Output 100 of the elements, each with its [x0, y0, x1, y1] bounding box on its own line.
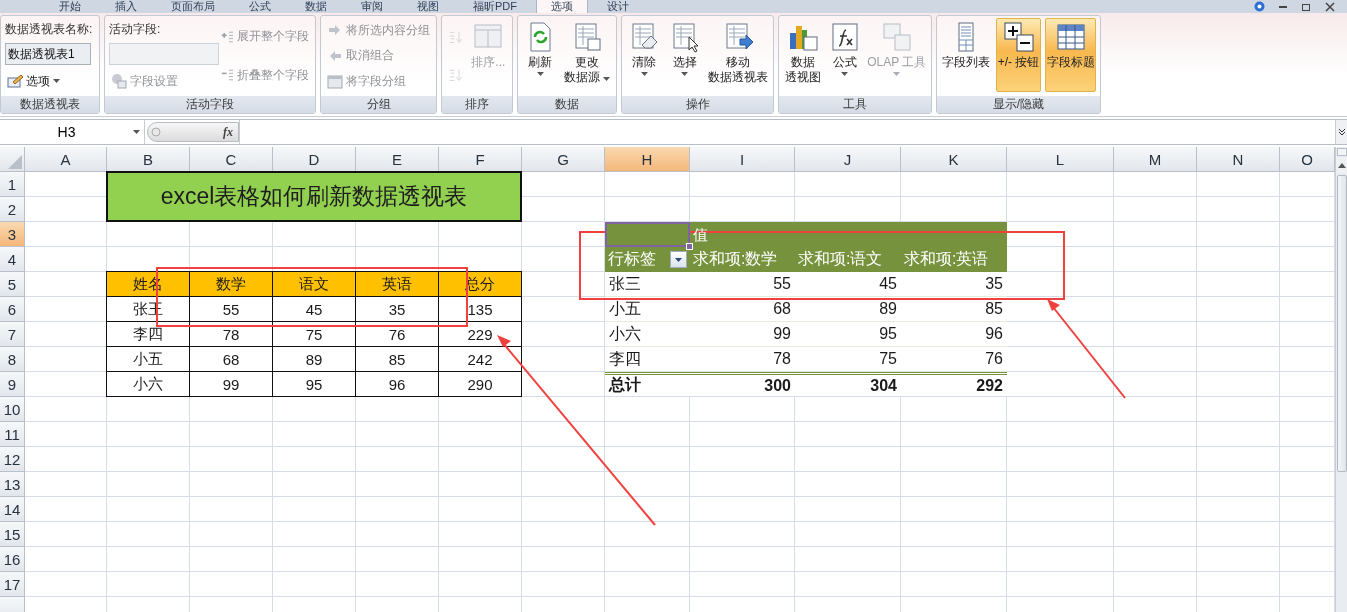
ribbon-tab[interactable]: 数据	[290, 0, 342, 13]
ribbon-button[interactable]: 刷新	[522, 18, 559, 92]
field-settings-icon	[111, 73, 127, 89]
pivot-cell: 55	[690, 272, 795, 297]
ribbon-button[interactable]: 字段列表	[941, 18, 992, 92]
row-header[interactable]: 2	[0, 197, 25, 222]
ribbon-tab[interactable]: 公式	[234, 0, 286, 13]
row-header[interactable]: 16	[0, 547, 25, 572]
column-header[interactable]: K	[901, 147, 1007, 172]
ribbon-tab[interactable]: 视图	[402, 0, 454, 13]
select-all-button[interactable]	[0, 147, 25, 172]
table-cell: 小五	[106, 347, 190, 372]
chevron-down-icon	[1337, 128, 1346, 136]
table-cell: 135	[439, 297, 522, 322]
pivot-cell: 89	[795, 297, 901, 322]
table-cell: 99	[190, 372, 273, 397]
row-header[interactable]: 8	[0, 347, 25, 372]
group-label: 分组	[321, 96, 436, 113]
row-header[interactable]: 10	[0, 397, 25, 422]
pivot-cell: 35	[901, 272, 1007, 297]
column-header[interactable]: G	[522, 147, 605, 172]
table-cell: 95	[273, 372, 356, 397]
pivot-name-field[interactable]: 数据透视表1	[5, 43, 91, 65]
column-header[interactable]: F	[439, 147, 522, 172]
ribbon-button[interactable]: 选项	[5, 70, 93, 92]
vertical-scrollbar[interactable]	[1335, 147, 1347, 612]
ribbon-button[interactable]: +/- 按钮	[995, 18, 1042, 92]
pivot-total-cell: 300	[690, 372, 795, 397]
scroll-up-button[interactable]	[1336, 157, 1347, 173]
table-header-cell: 英语	[356, 271, 439, 297]
calendar-icon	[327, 73, 343, 90]
scrollbar-thumb[interactable]	[1337, 175, 1347, 472]
ribbon-tab[interactable]: 福昕PDF	[458, 0, 532, 13]
pivot-cell: 68	[690, 297, 795, 322]
group-label: 操作	[622, 96, 773, 113]
ribbon-tab[interactable]: 开始	[44, 0, 96, 13]
ribbon-button[interactable]: 清除	[626, 18, 663, 92]
column-header[interactable]: E	[356, 147, 439, 172]
field-caption: 数据透视表名称:	[5, 21, 93, 38]
sort-descending-icon	[448, 67, 463, 84]
row-header[interactable]: 11	[0, 422, 25, 447]
selected-cell[interactable]	[605, 222, 690, 247]
filter-dropdown-button[interactable]	[670, 251, 687, 268]
table-cell: 242	[439, 347, 522, 372]
help-icon	[1254, 1, 1265, 12]
column-header[interactable]: N	[1197, 147, 1280, 172]
ribbon-tab[interactable]: 页面布局	[156, 0, 230, 13]
column-header[interactable]: I	[690, 147, 795, 172]
ribbon-button[interactable]: 更改 数据源	[562, 18, 612, 92]
column-header[interactable]: J	[795, 147, 901, 172]
column-header[interactable]: L	[1007, 147, 1114, 172]
pivot-total-cell: 总计	[605, 372, 690, 397]
caret-icon	[133, 130, 140, 134]
column-header[interactable]: D	[273, 147, 356, 172]
expand-formula-button[interactable]	[1335, 120, 1347, 144]
pivot-header-cell: 求和项:数学	[690, 247, 795, 272]
column-header[interactable]: M	[1114, 147, 1197, 172]
ribbon-tab[interactable]: 审阅	[346, 0, 398, 13]
ribbon-button[interactable]: 选择	[666, 18, 703, 92]
row-header[interactable]: 17	[0, 572, 25, 597]
column-header[interactable]: B	[107, 147, 190, 172]
row-header[interactable]: 15	[0, 522, 25, 547]
group-label: 工具	[779, 96, 931, 113]
ribbon-button[interactable]: 字段标题	[1045, 18, 1096, 92]
ribbon-tab[interactable]: 设计	[592, 0, 644, 13]
row-header[interactable]: 4	[0, 247, 25, 272]
row-header[interactable]: 7	[0, 322, 25, 347]
row-header[interactable]: 12	[0, 447, 25, 472]
pivot-cell: 96	[901, 322, 1007, 347]
pivot-header-cell: 求和项:英语	[901, 247, 1007, 272]
ribbon-tab[interactable]: 选项	[536, 0, 588, 13]
row-header[interactable]: 1	[0, 172, 25, 197]
split-box[interactable]	[1337, 148, 1347, 156]
triangle-up-icon	[1338, 162, 1346, 168]
row-header[interactable]: 13	[0, 472, 25, 497]
column-header[interactable]: A	[25, 147, 107, 172]
column-header[interactable]: C	[190, 147, 273, 172]
fill-handle[interactable]	[686, 243, 693, 250]
ribbon-tab[interactable]: 插入	[100, 0, 152, 13]
ribbon-button[interactable]: 移动 数据透视表	[706, 18, 769, 92]
row-header[interactable]: 6	[0, 297, 25, 322]
column-header[interactable]: O	[1280, 147, 1335, 172]
row-header[interactable]: 3	[0, 222, 25, 247]
group-label: 活动字段	[105, 96, 315, 113]
options-icon	[7, 73, 23, 89]
minimize-icon	[1279, 5, 1287, 8]
table-cell: 89	[273, 347, 356, 372]
row-header[interactable]: 14	[0, 497, 25, 522]
insert-function-button[interactable]: fx	[223, 124, 233, 140]
sort-ascending-icon	[448, 28, 463, 45]
field-caption: 活动字段:	[109, 21, 162, 38]
name-box[interactable]: H3	[0, 120, 145, 144]
row-header[interactable]: 9	[0, 372, 25, 397]
ribbon-button[interactable]: 数据 透视图	[783, 18, 823, 92]
pivot-cell: 小五	[605, 297, 690, 322]
ribbon-button[interactable]: 公式	[826, 18, 863, 92]
row-header[interactable]: 5	[0, 272, 25, 297]
caret-icon	[675, 257, 682, 262]
table-cell: 35	[356, 297, 439, 322]
column-header[interactable]: H	[605, 147, 690, 172]
